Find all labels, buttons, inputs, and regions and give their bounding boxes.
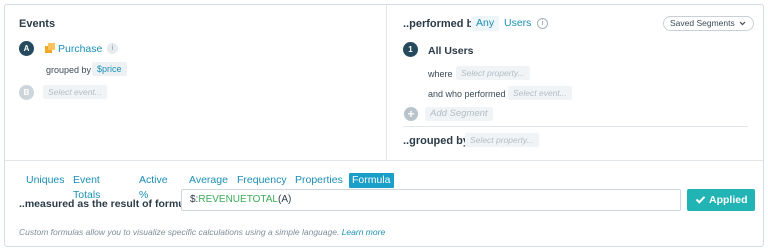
saved-segments-label: Saved Segments <box>670 18 735 28</box>
tab-formula[interactable]: Formula <box>349 173 394 188</box>
footnote-text: Custom formulas allow you to visualize s… <box>19 227 340 237</box>
query-builder: Events A Purchase i grouped by $price B … <box>5 5 763 160</box>
event-a-badge: A <box>19 41 34 56</box>
performed-by-title: ..performed by <box>403 18 480 30</box>
segment-separator <box>403 126 748 127</box>
event-icon <box>45 43 55 53</box>
tab-active-percent[interactable]: Active % <box>136 173 171 201</box>
tab-uniques[interactable]: Uniques <box>23 173 68 188</box>
segment-name[interactable]: All Users <box>428 45 474 57</box>
grouped-by-property-input[interactable]: Select property... <box>465 133 539 147</box>
tab-average[interactable]: Average <box>186 173 231 188</box>
users-toggle[interactable]: Users <box>499 16 536 31</box>
saved-segments-dropdown[interactable]: Saved Segments <box>663 16 754 31</box>
section-divider <box>5 160 763 161</box>
chevron-down-icon <box>739 21 746 26</box>
learn-more-link[interactable]: Learn more <box>342 227 385 237</box>
and-who-performed-label: and who performed <box>428 89 506 99</box>
info-icon[interactable]: i <box>107 43 118 54</box>
add-segment-button[interactable]: Add Segment <box>425 107 493 121</box>
formula-label: ..measured as the result of formula <box>19 198 194 210</box>
tab-event-totals[interactable]: Event Totals <box>70 173 103 201</box>
grouped-by-title: ..grouped by <box>403 135 469 147</box>
tab-frequency[interactable]: Frequency <box>234 173 290 188</box>
add-segment-icon[interactable]: + <box>404 107 418 121</box>
segment-1-badge: 1 <box>403 42 418 57</box>
performed-event-input[interactable]: Select event... <box>508 86 572 100</box>
any-toggle[interactable]: Any <box>471 16 500 31</box>
events-title: Events <box>19 18 56 30</box>
check-icon <box>695 196 706 204</box>
info-icon[interactable]: i <box>537 18 548 29</box>
formula-input[interactable]: $:REVENUETOTAL(A) <box>181 189 681 211</box>
select-event-input[interactable]: Select event... <box>43 85 107 99</box>
applied-button[interactable]: Applied <box>687 189 755 211</box>
event-b-badge: B <box>19 85 34 100</box>
chart-builder-panel: Events A Purchase i grouped by $price B … <box>4 4 764 247</box>
segments-column: ..performed by Any Users i Saved Segment… <box>387 5 763 160</box>
where-label: where <box>428 69 453 79</box>
formula-args: (A) <box>278 194 292 205</box>
where-property-input[interactable]: Select property... <box>456 66 530 80</box>
events-column: Events A Purchase i grouped by $price B … <box>5 5 386 160</box>
formula-help-text: Custom formulas allow you to visualize s… <box>19 227 385 237</box>
event-a-name[interactable]: Purchase <box>58 43 102 55</box>
tab-properties[interactable]: Properties <box>292 173 346 188</box>
applied-label: Applied <box>709 194 748 206</box>
group-by-property-tag[interactable]: $price <box>92 62 127 76</box>
grouped-by-label: grouped by <box>46 65 92 75</box>
formula-function: REVENUETOTAL <box>198 194 278 205</box>
